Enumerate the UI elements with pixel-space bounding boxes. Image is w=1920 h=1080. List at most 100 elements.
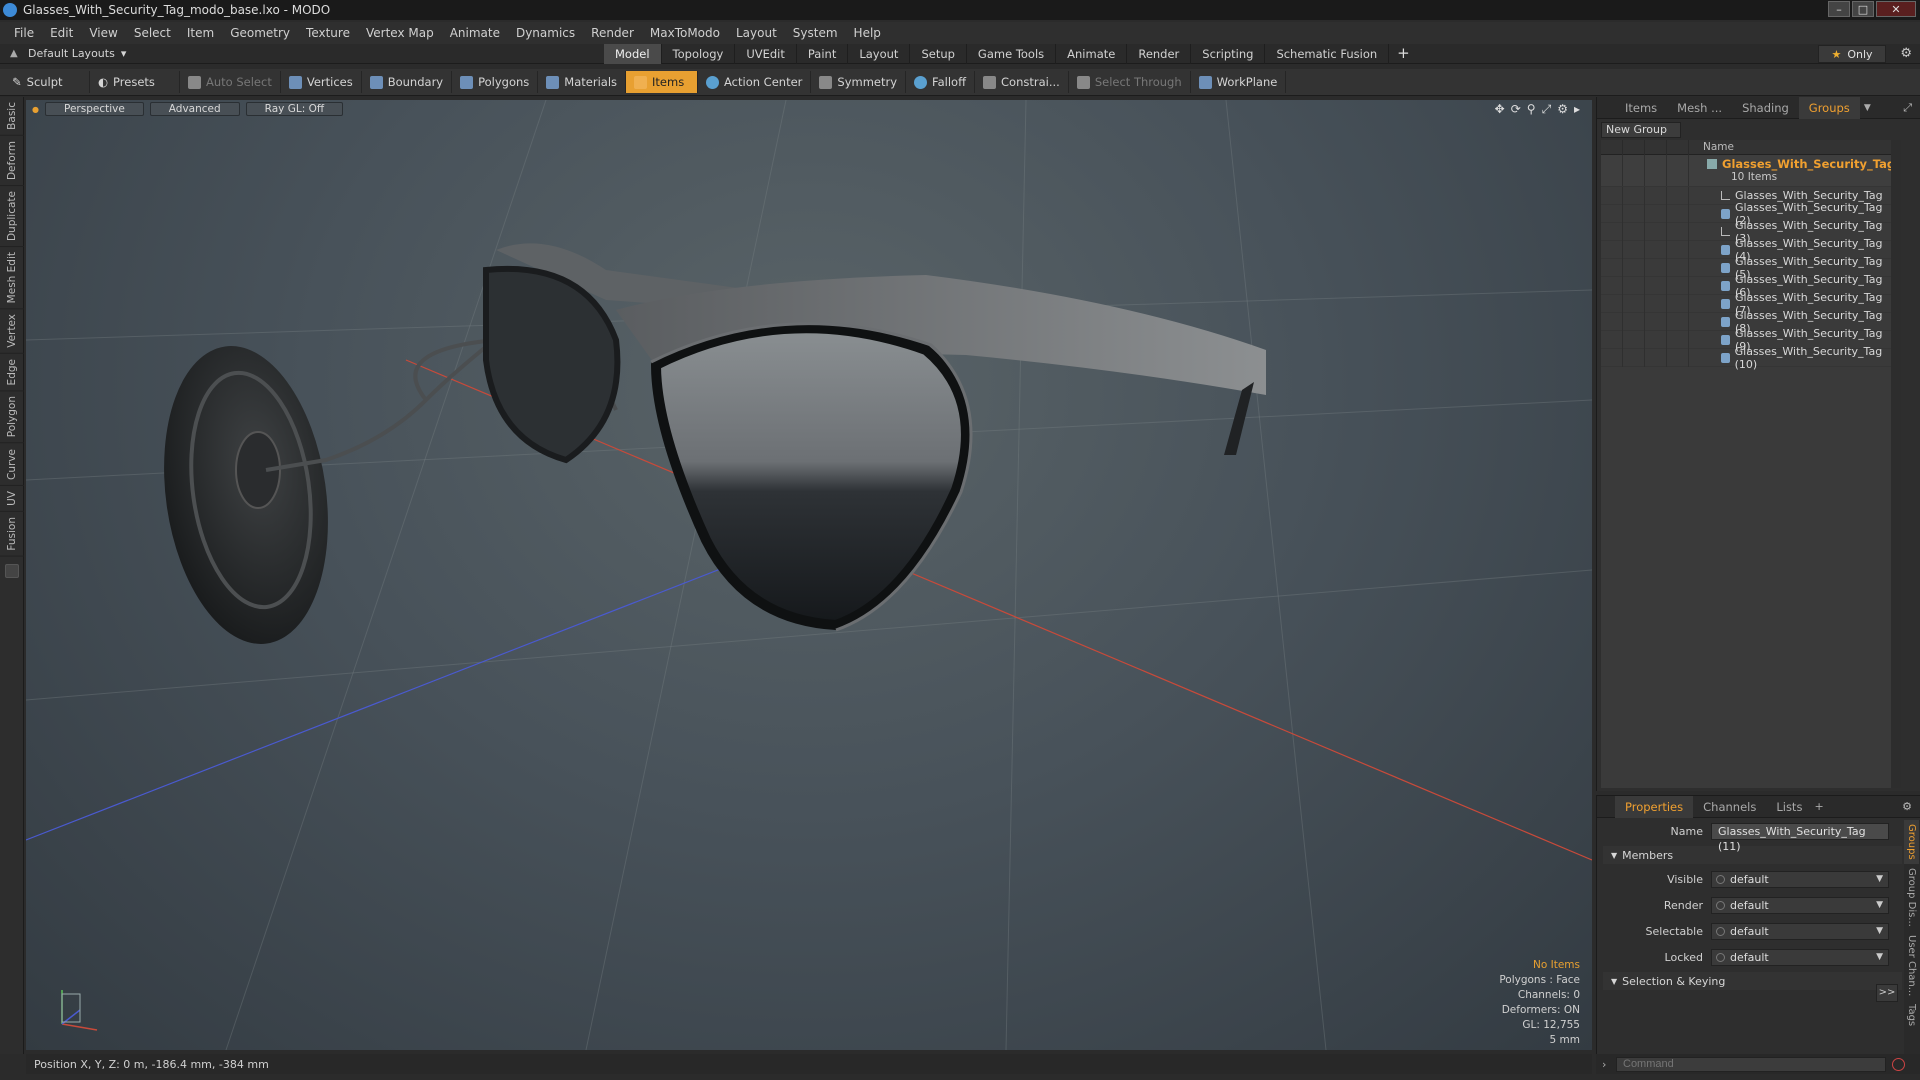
presets-button[interactable]: ◐ Presets	[90, 71, 180, 93]
lock-column-icon[interactable]	[1645, 139, 1667, 155]
command-input[interactable]	[1616, 1056, 1886, 1072]
tab-scripting[interactable]: Scripting	[1191, 44, 1266, 64]
vtab-curve[interactable]: Curve	[0, 443, 24, 486]
fit-icon[interactable]: ⤢	[1542, 102, 1552, 117]
perspective-button[interactable]: Perspective	[44, 102, 144, 116]
groups-scrollbar[interactable]	[1891, 140, 1901, 788]
render-dropdown[interactable]: default ▼	[1711, 896, 1889, 914]
selection-keying-section[interactable]: ▼ Selection & Keying	[1603, 972, 1902, 990]
vtab-polygon[interactable]: Polygon	[0, 391, 24, 444]
vtab-fusion[interactable]: Fusion	[0, 511, 24, 557]
zoom-icon[interactable]: ⚲	[1527, 102, 1536, 117]
visibility-column-eye-icon[interactable]	[1601, 139, 1623, 155]
advanced-button[interactable]: Advanced	[149, 102, 240, 116]
select-through-button[interactable]: Select Through	[1069, 71, 1191, 93]
group-render-icon[interactable]	[1623, 155, 1645, 186]
tab-groups[interactable]: Groups	[1798, 96, 1860, 119]
menu-view[interactable]: View	[81, 26, 125, 40]
vtab-edge[interactable]: Edge	[0, 353, 24, 392]
name-field[interactable]: Glasses_With_Security_Tag (11)	[1711, 822, 1889, 853]
group-select-icon[interactable]	[1667, 155, 1689, 186]
side-tab-group-display[interactable]: Group Dis...	[1904, 864, 1919, 931]
viewport-gear-icon[interactable]: ⚙	[1557, 102, 1568, 117]
tab-setup[interactable]: Setup	[910, 44, 967, 64]
menu-file[interactable]: File	[6, 26, 42, 40]
vtab-mesh-edit[interactable]: Mesh Edit	[0, 246, 24, 310]
rotate-icon[interactable]: ⟳	[1511, 102, 1521, 117]
render-column-icon[interactable]	[1623, 139, 1645, 155]
selectable-dropdown[interactable]: default ▼	[1711, 922, 1889, 940]
record-icon[interactable]	[1892, 1057, 1905, 1071]
layout-lock-icon[interactable]: ▲	[10, 48, 22, 60]
menu-help[interactable]: Help	[846, 26, 889, 40]
constraints-button[interactable]: Constrai...	[975, 71, 1069, 93]
tab-schematic-fusion[interactable]: Schematic Fusion	[1265, 44, 1390, 64]
menu-animate[interactable]: Animate	[442, 26, 508, 40]
tab-game-tools[interactable]: Game Tools	[967, 44, 1057, 64]
minimize-button[interactable]: –	[1828, 1, 1850, 17]
list-item[interactable]: Glasses_With_Security_Tag (10)	[1601, 345, 1901, 371]
expand-arrow-icon[interactable]: ▸	[1574, 102, 1580, 117]
tab-animate[interactable]: Animate	[1056, 44, 1128, 64]
gear-icon[interactable]: ⚙	[1900, 46, 1912, 61]
visible-dropdown[interactable]: default ▼	[1711, 870, 1889, 888]
menu-geometry[interactable]: Geometry	[222, 26, 298, 40]
new-group-button[interactable]: New Group	[1601, 122, 1681, 138]
group-row[interactable]: Glasses_With_Security_Tag 10 Items	[1601, 155, 1901, 187]
vtab-vertex[interactable]: Vertex	[0, 309, 24, 354]
vtab-uv[interactable]: UV	[0, 485, 24, 512]
tab-model[interactable]: Model	[604, 44, 662, 64]
menu-render[interactable]: Render	[583, 26, 642, 40]
side-tab-tags[interactable]: Tags	[1904, 1000, 1919, 1030]
vertices-button[interactable]: Vertices	[281, 71, 362, 93]
menu-system[interactable]: System	[785, 26, 846, 40]
panel-toggle-icon[interactable]	[5, 564, 19, 579]
menu-layout[interactable]: Layout	[728, 26, 785, 40]
only-button[interactable]: ★ Only	[1818, 45, 1886, 63]
tab-topology[interactable]: Topology	[662, 44, 736, 64]
tab-mesh[interactable]: Mesh ...	[1667, 97, 1732, 119]
locked-dropdown[interactable]: default ▼	[1711, 948, 1889, 966]
workplane-button[interactable]: WorkPlane	[1191, 71, 1287, 93]
falloff-button[interactable]: Falloff	[906, 71, 976, 93]
menu-edit[interactable]: Edit	[42, 26, 81, 40]
tab-lists[interactable]: Lists	[1766, 796, 1812, 818]
expand-panel-icon[interactable]: ⤢	[1903, 101, 1912, 115]
symmetry-button[interactable]: Symmetry	[811, 71, 907, 93]
vtab-basic[interactable]: Basic	[0, 97, 24, 136]
polygons-button[interactable]: Polygons	[452, 71, 539, 93]
default-layouts-dropdown[interactable]: ▲ Default Layouts ▾	[10, 47, 126, 60]
select-column-icon[interactable]	[1667, 139, 1689, 155]
tab-paint[interactable]: Paint	[797, 44, 849, 64]
tab-render[interactable]: Render	[1127, 44, 1192, 64]
viewport-menu-dot-icon[interactable]: ●	[32, 105, 39, 114]
more-button[interactable]: >>	[1876, 984, 1898, 1002]
tabs-dropdown-icon[interactable]: ▼	[1864, 103, 1871, 113]
tab-properties[interactable]: Properties	[1615, 795, 1694, 818]
side-tab-user-channels[interactable]: User Chan...	[1904, 931, 1919, 1000]
side-tab-groups[interactable]: Groups	[1904, 820, 1919, 864]
properties-gear-icon[interactable]: ⚙	[1902, 800, 1912, 813]
raygl-button[interactable]: Ray GL: Off	[245, 102, 344, 116]
add-tab-plus-icon[interactable]: +	[1389, 44, 1418, 64]
3d-viewport[interactable]: ● Perspective Advanced Ray GL: Off ✥ ⟳ ⚲…	[26, 100, 1592, 1050]
pan-icon[interactable]: ✥	[1495, 102, 1505, 117]
menu-dynamics[interactable]: Dynamics	[508, 26, 583, 40]
sculpt-button[interactable]: ✎ Sculpt	[4, 71, 90, 93]
materials-button[interactable]: Materials	[538, 71, 627, 93]
name-column-header[interactable]: Name	[1689, 141, 1734, 153]
members-section[interactable]: ▼ Members	[1603, 846, 1902, 864]
group-lock-icon[interactable]	[1645, 155, 1667, 186]
auto-select-button[interactable]: Auto Select	[180, 71, 281, 93]
tab-shading[interactable]: Shading	[1732, 97, 1799, 119]
tab-channels[interactable]: Channels	[1693, 796, 1766, 818]
tab-items[interactable]: Items	[1615, 97, 1667, 119]
tab-layout[interactable]: Layout	[848, 44, 911, 64]
boundary-button[interactable]: Boundary	[362, 71, 453, 93]
tab-uvedit[interactable]: UVEdit	[735, 44, 797, 64]
menu-texture[interactable]: Texture	[298, 26, 358, 40]
group-eye-icon[interactable]	[1601, 155, 1623, 186]
menu-vertex-map[interactable]: Vertex Map	[358, 26, 442, 40]
close-button[interactable]: ✕	[1876, 1, 1916, 17]
menu-maxtomodo[interactable]: MaxToModo	[642, 26, 728, 40]
